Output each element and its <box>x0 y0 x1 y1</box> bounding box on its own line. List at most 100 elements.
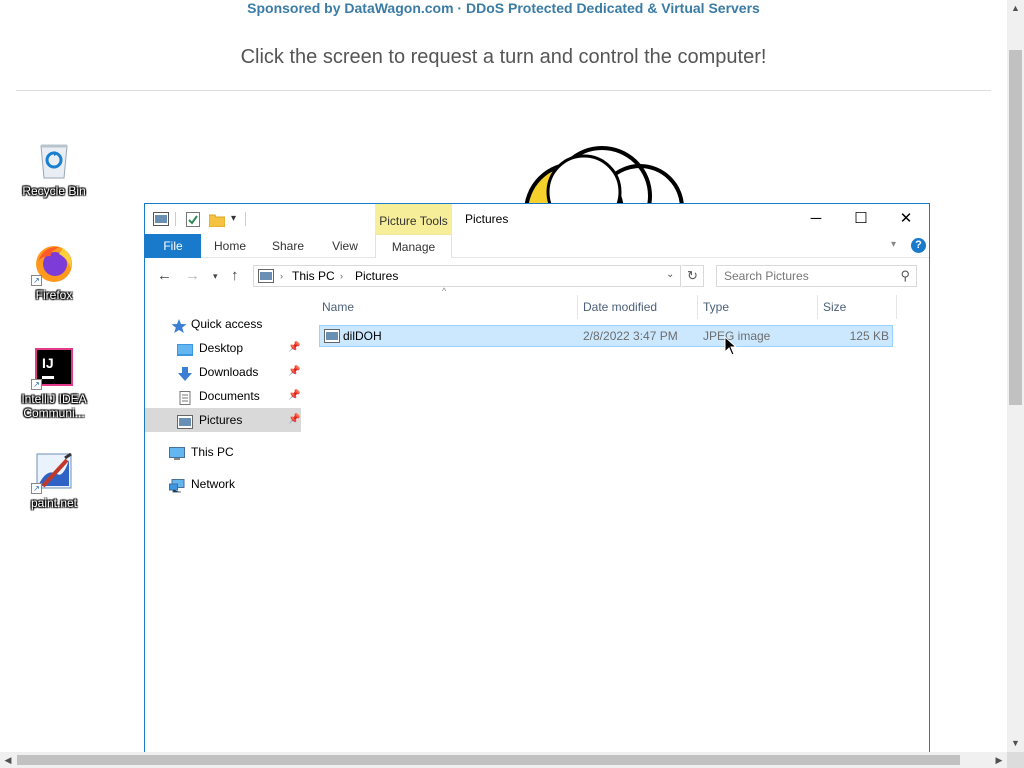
column-separator[interactable] <box>577 295 578 319</box>
desktop-icon-intellij[interactable]: IJ ↗ IntelliJ IDEA Communi... <box>14 346 94 420</box>
recent-locations-icon[interactable]: ▾ <box>213 271 218 282</box>
tab-view[interactable]: View <box>319 234 371 258</box>
network-icon <box>169 477 185 493</box>
vertical-scroll-thumb[interactable] <box>1009 50 1022 405</box>
scrollbar-corner <box>1007 752 1024 768</box>
file-list: ^ Name Date modified Type Size dilDOH 2/… <box>315 286 915 762</box>
column-header-date-modified[interactable]: Date modified <box>583 295 693 319</box>
desktop-icon-label: Firefox <box>35 288 73 302</box>
address-dropdown-icon[interactable]: ⌄ <box>666 269 674 280</box>
scroll-up-icon[interactable]: ▲ <box>1007 0 1024 17</box>
address-bar[interactable]: › This PC › Pictures ⌄ <box>253 265 681 287</box>
mascot-image <box>494 140 694 204</box>
nav-item-quick-access[interactable]: Quick access <box>145 312 301 336</box>
nav-label: Documents <box>199 389 260 403</box>
desktop-icon-label: Recycle Bin <box>22 184 86 198</box>
shortcut-arrow-icon: ↗ <box>31 483 42 494</box>
customize-qat-icon[interactable]: ▾ <box>231 213 236 224</box>
expand-ribbon-icon[interactable]: ▾ <box>891 239 896 250</box>
vertical-scrollbar[interactable]: ▲ ▼ <box>1007 0 1024 752</box>
nav-item-network[interactable]: Network <box>145 472 301 496</box>
pin-icon[interactable]: 📌 <box>288 360 300 384</box>
this-pc-icon <box>258 269 274 288</box>
picture-tools-contextual-tab: Picture Tools <box>375 204 452 237</box>
minimize-button[interactable]: ─ <box>793 204 839 234</box>
help-icon[interactable]: ? <box>911 238 926 253</box>
nav-item-downloads[interactable]: Downloads 📌 <box>145 360 301 384</box>
desktop-icon-label: paint.net <box>30 496 78 510</box>
search-placeholder: Search Pictures <box>724 269 809 283</box>
column-header-name[interactable]: Name <box>322 295 572 319</box>
sponsor-banner[interactable]: Sponsored by DataWagon.com · DDoS Protec… <box>0 0 1007 16</box>
scroll-down-icon[interactable]: ▼ <box>1007 735 1024 752</box>
click-to-control-message[interactable]: Click the screen to request a turn and c… <box>0 46 1007 69</box>
column-header-type[interactable]: Type <box>703 295 813 319</box>
new-folder-icon[interactable] <box>208 212 226 232</box>
nav-label: Desktop <box>199 341 244 355</box>
desktop-folder-icon <box>177 341 193 356</box>
paintnet-icon: ↗ <box>31 450 75 494</box>
intellij-icon: IJ ↗ <box>31 346 75 390</box>
breadcrumb-pictures[interactable]: Pictures <box>355 269 398 283</box>
refresh-button[interactable]: ↻ <box>682 265 704 287</box>
column-separator[interactable] <box>896 295 897 319</box>
window-title: Pictures <box>465 212 509 226</box>
column-separator[interactable] <box>697 295 698 319</box>
shortcut-arrow-icon: ↗ <box>31 379 42 390</box>
tab-file[interactable]: File <box>145 234 201 258</box>
nav-label: This PC <box>191 445 234 459</box>
pin-icon[interactable]: 📌 <box>288 384 300 408</box>
scroll-right-icon[interactable]: ▶ <box>991 752 1007 768</box>
computer-icon <box>169 445 185 460</box>
qat-divider <box>175 212 176 226</box>
divider <box>16 90 991 91</box>
search-icon: ⚲ <box>900 268 910 283</box>
nav-item-desktop[interactable]: Desktop 📌 <box>145 336 301 360</box>
firefox-icon: ↗ <box>31 242 75 286</box>
ribbon-tabs: File Home Share View Manage ▾ ? <box>145 234 929 258</box>
forward-arrow-icon[interactable]: → <box>185 267 200 284</box>
horizontal-scroll-thumb[interactable] <box>17 755 960 765</box>
file-date-modified: 2/8/2022 3:47 PM <box>583 329 678 343</box>
nav-label: Downloads <box>199 365 259 379</box>
horizontal-scrollbar[interactable]: ◀ ▶ <box>0 752 1007 768</box>
navigation-pane: Quick access Desktop 📌 Downloads 📌 Docum… <box>145 292 305 762</box>
title-bar[interactable]: ▾ Picture Tools Pictures ─ ☐ ✕ <box>145 204 929 237</box>
star-icon <box>171 317 187 333</box>
up-arrow-icon[interactable]: ↑ <box>231 267 239 284</box>
jpeg-file-icon <box>324 329 340 349</box>
desktop-icon-recycle-bin[interactable]: Recycle Bin <box>14 138 94 198</box>
file-name: dilDOH <box>343 329 382 343</box>
file-size: 125 KB <box>849 329 889 343</box>
nav-item-pictures[interactable]: Pictures 📌 <box>145 408 301 432</box>
nav-item-this-pc[interactable]: This PC <box>145 440 301 464</box>
window-menu-icon[interactable] <box>153 212 169 231</box>
file-explorer-window[interactable]: ▾ Picture Tools Pictures ─ ☐ ✕ File Home… <box>144 203 930 763</box>
close-button[interactable]: ✕ <box>883 204 929 234</box>
downloads-icon <box>177 365 193 381</box>
maximize-button[interactable]: ☐ <box>838 204 884 234</box>
file-row[interactable]: dilDOH 2/8/2022 3:47 PM JPEG image 125 K… <box>319 325 893 347</box>
column-separator[interactable] <box>817 295 818 319</box>
tab-share[interactable]: Share <box>261 234 315 258</box>
mouse-cursor-icon <box>724 335 738 356</box>
tab-manage[interactable]: Manage <box>375 234 452 258</box>
nav-label: Pictures <box>199 413 243 427</box>
nav-label: Network <box>191 477 236 491</box>
tab-home[interactable]: Home <box>205 234 255 258</box>
nav-item-documents[interactable]: Documents 📌 <box>145 384 301 408</box>
pin-icon[interactable]: 📌 <box>288 336 300 360</box>
back-arrow-icon[interactable]: ← <box>157 267 172 284</box>
desktop-icon-paintnet[interactable]: ↗ paint.net <box>14 450 94 510</box>
desktop-icon-firefox[interactable]: ↗ Firefox <box>14 242 94 302</box>
properties-icon[interactable] <box>186 212 200 232</box>
svg-text:IJ: IJ <box>42 355 54 371</box>
column-header-size[interactable]: Size <box>823 295 893 319</box>
breadcrumb-this-pc[interactable]: This PC <box>292 269 335 283</box>
scroll-left-icon[interactable]: ◀ <box>0 752 16 768</box>
search-input[interactable]: Search Pictures ⚲ <box>716 265 917 287</box>
nav-label: Quick access <box>191 317 263 331</box>
pin-icon[interactable]: 📌 <box>288 408 300 432</box>
page: Sponsored by DataWagon.com · DDoS Protec… <box>0 0 1024 768</box>
address-row: ← → ▾ ↑ › This PC › Pictures ⌄ ↻ Search … <box>145 259 929 291</box>
